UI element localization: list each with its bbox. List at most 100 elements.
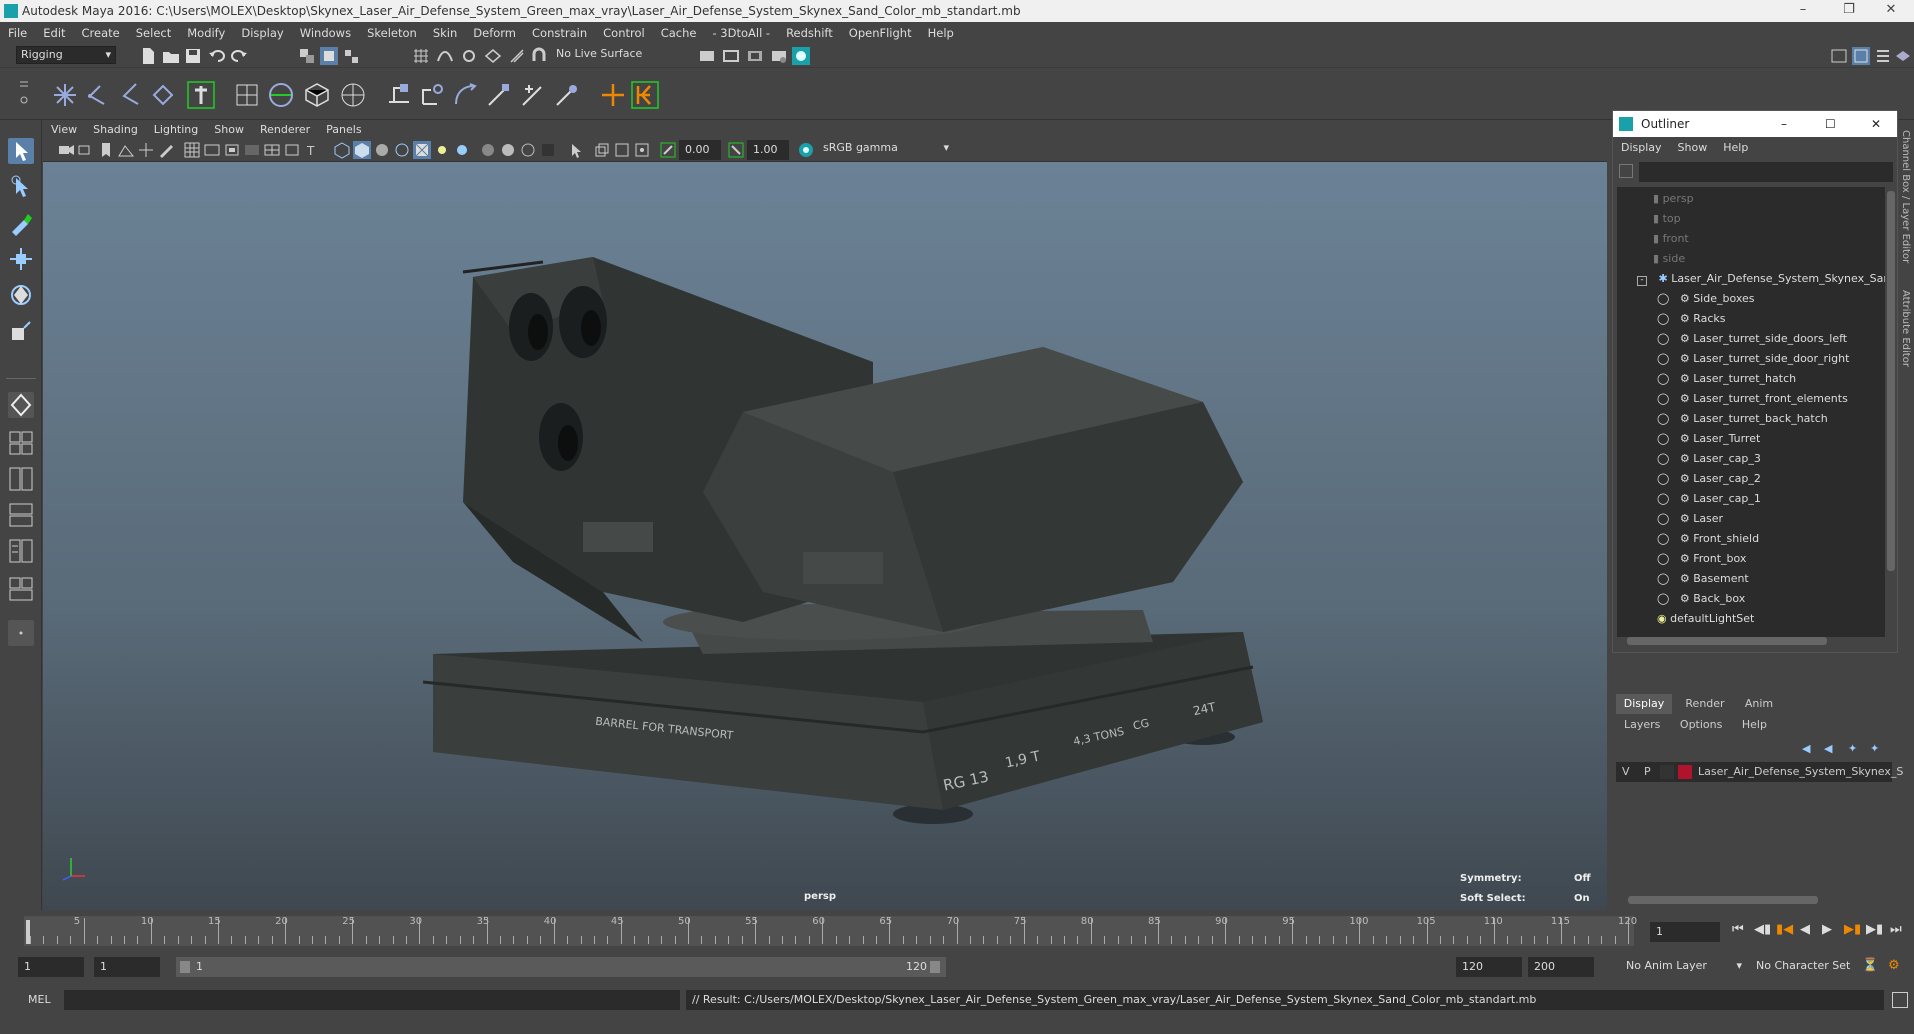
step-forward-frame-icon[interactable]: ▶▮ <box>1844 922 1861 937</box>
anim-prefs-icon[interactable]: ⚙ <box>1888 958 1900 973</box>
select-camera-icon[interactable] <box>57 141 75 159</box>
current-frame-field[interactable]: 1 <box>1650 922 1720 942</box>
wrap-deformer-icon[interactable] <box>302 80 332 110</box>
outliner-menu-display[interactable]: Display <box>1613 141 1670 154</box>
ik-spline-icon[interactable] <box>118 82 144 108</box>
mode-dropdown[interactable]: Rigging ▾ <box>16 46 116 64</box>
safe-action-icon[interactable] <box>283 141 301 159</box>
layer-type-toggle[interactable] <box>1660 765 1674 779</box>
step-forward-key-icon[interactable]: ▶▮ <box>1866 922 1883 937</box>
select-object-icon[interactable] <box>320 47 338 65</box>
image-plane-icon[interactable] <box>117 141 135 159</box>
menu-modify[interactable]: Modify <box>179 26 233 40</box>
menu-cache[interactable]: Cache <box>653 26 705 40</box>
new-layer-icon[interactable]: ✦ <box>1848 742 1857 755</box>
minimize-button[interactable]: – <box>1780 0 1826 22</box>
outliner-item[interactable]: ◯ ⚙ Laser_cap_2 <box>1657 469 1761 489</box>
grease-pencil-icon[interactable] <box>157 141 175 159</box>
gate-mask-icon[interactable] <box>243 141 261 159</box>
insert-joint-icon[interactable] <box>150 82 176 108</box>
filter-icon[interactable] <box>1619 164 1633 178</box>
playback-start-field[interactable]: 1 <box>94 957 160 977</box>
rotate-tool-icon[interactable] <box>8 282 34 308</box>
screen-space-ao-icon[interactable] <box>479 141 497 159</box>
menu-skin[interactable]: Skin <box>425 26 465 40</box>
gamma-field[interactable]: 1.00 <box>747 140 789 160</box>
new-layer-selected-icon[interactable]: ✦ <box>1870 742 1879 755</box>
color-space-dropdown[interactable]: sRGB gamma ▾ <box>819 140 953 158</box>
grid-icon[interactable] <box>183 141 201 159</box>
move-tool-icon[interactable] <box>8 246 34 272</box>
hypershade-icon[interactable] <box>792 47 810 65</box>
exposure-field[interactable]: 0.00 <box>679 140 721 160</box>
snap-view-icon[interactable] <box>484 47 502 65</box>
open-scene-icon[interactable] <box>162 47 180 65</box>
outliner-item-root[interactable]: - ✱ Laser_Air_Defense_System_Skynex_Sand… <box>1637 269 1885 289</box>
vp-menu-view[interactable]: View <box>43 123 85 136</box>
field-chart-icon[interactable] <box>263 141 281 159</box>
outliner-item[interactable]: ◯ ⚙ Laser_cap_3 <box>1657 449 1761 469</box>
cluster-icon[interactable] <box>234 82 260 108</box>
wireframe-icon[interactable] <box>333 141 351 159</box>
ipr-render-icon[interactable] <box>746 47 764 65</box>
outliner-item-side[interactable]: ▮ side <box>1653 249 1685 269</box>
menu-redshift[interactable]: Redshift <box>778 26 841 40</box>
menu-3dtoall[interactable]: - 3DtoAll - <box>704 26 778 40</box>
vp-menu-shading[interactable]: Shading <box>85 123 146 136</box>
outliner-vscrollbar[interactable] <box>1887 191 1895 571</box>
workspace-icon-3[interactable] <box>1874 47 1892 65</box>
camera-attributes-icon[interactable] <box>77 141 95 159</box>
start-time-field[interactable]: 1 <box>18 957 84 977</box>
menu-create[interactable]: Create <box>74 26 128 40</box>
workspace-icon-2[interactable] <box>1852 47 1870 65</box>
move-layer-down-icon[interactable]: ◀ <box>1824 742 1832 755</box>
wireframe-on-shaded-icon[interactable] <box>393 141 411 159</box>
render-frame-icon[interactable] <box>722 47 740 65</box>
blend-shape-icon[interactable] <box>338 80 368 110</box>
move-layer-up-icon[interactable]: ◀ <box>1802 742 1810 755</box>
layer-menu-options[interactable]: Options <box>1680 718 1722 731</box>
tab-render[interactable]: Render <box>1678 694 1732 714</box>
workspace-icon-4[interactable] <box>1894 47 1912 65</box>
collapse-icon[interactable]: - <box>1637 276 1647 286</box>
lasso-tool-icon[interactable] <box>8 174 34 200</box>
four-view-layout-icon[interactable] <box>8 430 34 456</box>
ik-fk-switch-icon[interactable] <box>630 80 660 110</box>
scale-tool-icon[interactable] <box>8 318 34 344</box>
live-surface-field[interactable]: No Live Surface <box>552 46 652 64</box>
perspective-viewport[interactable]: BARREL FOR TRANSPORT RG 13 1,9 T 4,3 TON… <box>43 162 1607 910</box>
outliner-item-front[interactable]: ▮ front <box>1653 229 1689 249</box>
menu-constrain[interactable]: Constrain <box>524 26 595 40</box>
paint-select-icon[interactable] <box>8 210 34 236</box>
default-material-icon[interactable] <box>373 141 391 159</box>
shelf-menu-icon[interactable] <box>18 78 30 108</box>
snap-point-icon[interactable] <box>460 47 478 65</box>
color-management-icon[interactable] <box>797 141 815 159</box>
bookmark-icon[interactable] <box>97 141 115 159</box>
shadows-icon[interactable] <box>453 141 471 159</box>
textured-icon[interactable] <box>413 141 431 159</box>
2d-pan-zoom-icon[interactable] <box>137 141 155 159</box>
xray-joints-icon[interactable] <box>613 141 631 159</box>
anim-layer-dropdown[interactable]: No Anim Layer ▾ <box>1622 958 1744 976</box>
menu-deform[interactable]: Deform <box>465 26 524 40</box>
range-slider[interactable]: 1 120 <box>176 957 946 977</box>
vp-menu-panels[interactable]: Panels <box>318 123 369 136</box>
tab-anim[interactable]: Anim <box>1734 694 1784 714</box>
outliner-hscrollbar[interactable] <box>1627 637 1827 645</box>
safe-title-icon[interactable]: T <box>303 141 321 159</box>
outliner-item[interactable]: ◯ ⚙ Laser_turret_back_hatch <box>1657 409 1828 429</box>
step-back-key-icon[interactable]: ◀▮ <box>1754 922 1771 937</box>
render-settings-icon[interactable] <box>770 47 788 65</box>
outliner-minimize-button[interactable]: – <box>1781 117 1787 131</box>
channel-box-tab[interactable]: Channel Box / Layer Editor <box>1898 130 1914 290</box>
layer-menu-help[interactable]: Help <box>1742 718 1767 731</box>
hypershade-layout-icon[interactable] <box>8 576 34 602</box>
end-time-field[interactable]: 200 <box>1528 957 1594 977</box>
outliner-item[interactable]: ◯ ⚙ Laser_turret_front_elements <box>1657 389 1848 409</box>
layer-playback-toggle[interactable]: P <box>1644 765 1651 778</box>
attribute-editor-tab[interactable]: Attribute Editor <box>1898 290 1914 390</box>
exposure-icon[interactable] <box>659 141 677 159</box>
outliner-item-persp[interactable]: ▮ persp <box>1653 189 1694 209</box>
outliner-search-input[interactable] <box>1639 162 1893 182</box>
